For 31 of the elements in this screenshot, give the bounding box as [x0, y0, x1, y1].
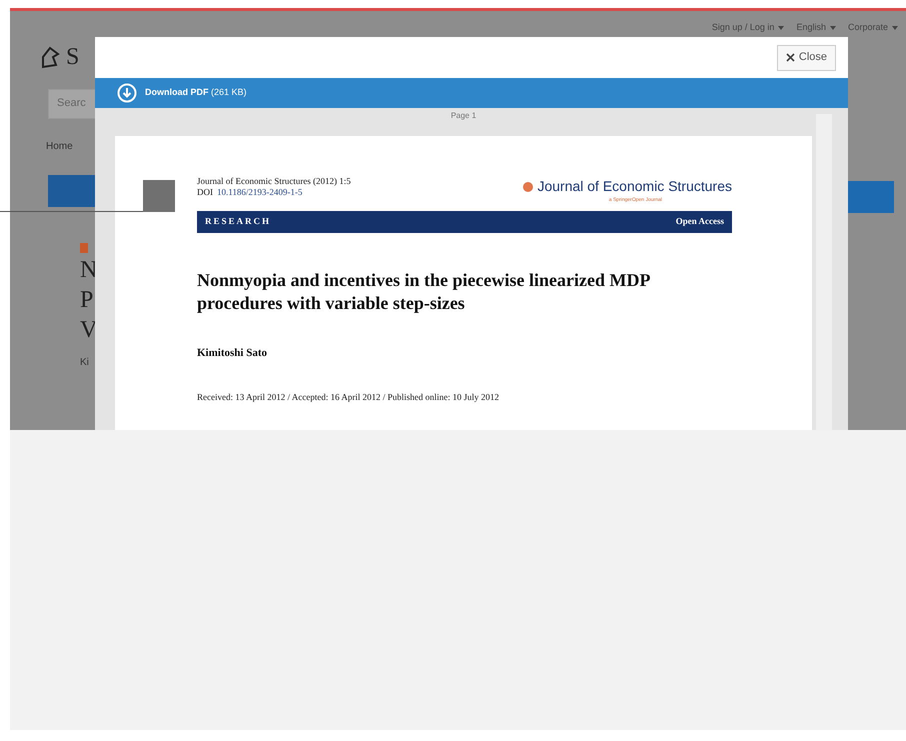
- top-link[interactable]: Sign up / Log in: [712, 21, 774, 34]
- article-title: Nonmyopia and incentives in the piecewise linearized MDP procedures with variable step-sizes: [197, 268, 651, 314]
- marker-square: [143, 180, 175, 212]
- doi-link[interactable]: 10.1186/2193-2409-1-5: [217, 187, 302, 198]
- title-fragment: N: [80, 256, 98, 284]
- title-fragment: P: [80, 286, 94, 314]
- caret-icon: [778, 26, 784, 30]
- doi-label: DOI: [197, 187, 213, 198]
- access-badge: [80, 242, 88, 252]
- access-label: Open Access: [676, 214, 724, 228]
- caret-icon: [892, 26, 898, 30]
- author-text: Ki: [80, 356, 90, 370]
- journal-name: Journal of Economic Structures: [537, 177, 732, 196]
- page-label: Page 1: [450, 110, 476, 122]
- top-link[interactable]: English: [796, 21, 826, 34]
- nav-link[interactable]: Home: [46, 140, 73, 152]
- page-button[interactable]: [48, 174, 98, 206]
- logo-text: S: [66, 42, 80, 72]
- caret-icon: [830, 26, 836, 30]
- title-fragment: V: [80, 316, 98, 344]
- author-name: Kimitoshi Sato: [197, 346, 268, 360]
- journal-logo-icon: [523, 182, 534, 192]
- download-icon[interactable]: [117, 83, 137, 103]
- top-link[interactable]: Corporate: [848, 21, 888, 34]
- section-label: RESEARCH: [205, 214, 272, 228]
- citation-text: Journal of Economic Structures (2012) 1:5: [197, 176, 351, 187]
- close-button[interactable]: Close: [776, 44, 836, 70]
- horse-logo-icon: [40, 44, 62, 68]
- download-link[interactable]: Download PDF (261 KB): [145, 86, 247, 100]
- dates-text: Received: 13 April 2012 / Accepted: 16 April 2012 / Published online: 10 July 2012: [197, 391, 500, 404]
- close-icon: [786, 53, 795, 62]
